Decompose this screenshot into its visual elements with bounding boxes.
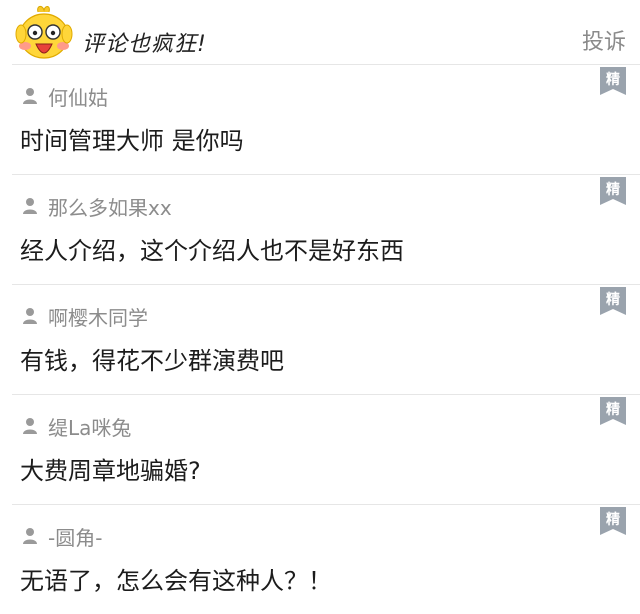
comment-text: 大费周章地骗婚? xyxy=(20,457,201,485)
comment-user: 啊樱木同学 xyxy=(22,302,148,331)
featured-badge: 精 xyxy=(600,67,626,95)
comment-username[interactable]: 何仙姑 xyxy=(48,82,108,111)
comment-item[interactable]: 啊樱木同学 有钱，得花不少群演费吧 精 xyxy=(12,284,640,394)
featured-badge-label: 精 xyxy=(606,402,620,418)
comments-header: 评论也疯狂! 投诉 xyxy=(0,0,640,64)
user-icon xyxy=(23,198,37,214)
comment-text: 有钱，得花不少群演费吧 xyxy=(20,347,284,375)
comment-list: 何仙姑 时间管理大师 是你吗 精 那么多如果xx 经人介绍，这个介绍人也不是好东… xyxy=(0,64,640,614)
comment-text: 无语了，怎么会有这种人？！ xyxy=(20,567,332,595)
featured-badge: 精 xyxy=(600,397,626,425)
mascot-icon xyxy=(15,5,73,59)
featured-badge: 精 xyxy=(600,507,626,535)
user-icon xyxy=(23,308,37,324)
comment-username[interactable]: 缇La咪兔 xyxy=(48,412,131,441)
comment-text: 时间管理大师 是你吗 xyxy=(20,127,244,155)
comment-item[interactable]: 那么多如果xx 经人介绍，这个介绍人也不是好东西 精 xyxy=(12,174,640,284)
user-icon xyxy=(23,528,37,544)
comment-user: 何仙姑 xyxy=(22,82,108,111)
featured-badge: 精 xyxy=(600,177,626,205)
comment-user: 那么多如果xx xyxy=(22,192,172,221)
report-button[interactable]: 投诉 xyxy=(582,24,626,56)
featured-badge-label: 精 xyxy=(606,182,620,198)
comment-item[interactable]: -圆角- 无语了，怎么会有这种人？！ 精 xyxy=(12,504,640,614)
comment-user: 缇La咪兔 xyxy=(22,412,131,441)
comment-username[interactable]: 那么多如果xx xyxy=(48,192,172,221)
user-icon xyxy=(23,88,37,104)
featured-badge-label: 精 xyxy=(606,72,620,88)
featured-badge: 精 xyxy=(600,287,626,315)
comment-text: 经人介绍，这个介绍人也不是好东西 xyxy=(20,237,404,265)
comment-item[interactable]: 何仙姑 时间管理大师 是你吗 精 xyxy=(12,64,640,174)
featured-badge-label: 精 xyxy=(606,292,620,308)
comment-username[interactable]: -圆角- xyxy=(48,522,102,551)
comment-item[interactable]: 缇La咪兔 大费周章地骗婚? 精 xyxy=(12,394,640,504)
header-title: 评论也疯狂! xyxy=(82,32,207,57)
comment-user: -圆角- xyxy=(22,522,102,551)
featured-badge-label: 精 xyxy=(606,512,620,528)
comment-username[interactable]: 啊樱木同学 xyxy=(48,302,148,331)
user-icon xyxy=(23,418,37,434)
